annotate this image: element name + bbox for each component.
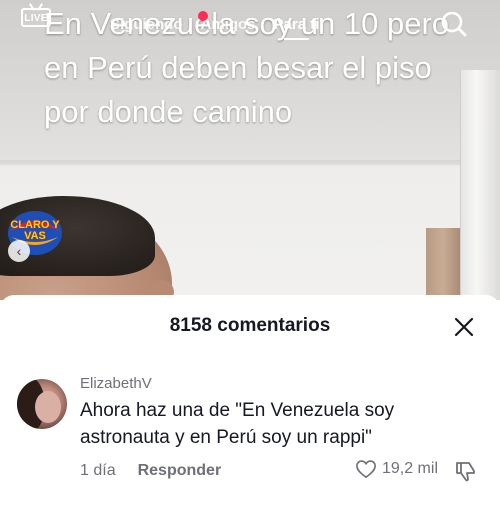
live-tv-icon[interactable]: LIVE (18, 8, 54, 38)
comment-meta: 1 día Responder (80, 462, 221, 480)
badge-text: CLARO Y VAS (10, 219, 60, 242)
thumbs-down-icon[interactable] (454, 459, 478, 483)
tab-para-ti[interactable]: Para ti (274, 16, 319, 40)
avatar-face (35, 391, 61, 423)
heart-icon (356, 460, 376, 479)
like-button[interactable]: 19,2 mil (355, 459, 438, 479)
comment-item: ElizabethV Ahora haz una de "En Venezuel… (0, 373, 500, 503)
like-count: 19,2 mil (381, 460, 438, 477)
close-icon[interactable] (452, 315, 476, 339)
reply-button[interactable]: Responder (138, 462, 222, 480)
shelf (426, 228, 460, 300)
comment-text: Ahora haz una de "En Venezuela soy astro… (80, 400, 395, 448)
feed-tabs: Siguiendo Amigos Para ti (110, 16, 319, 40)
search-icon[interactable] (440, 10, 468, 38)
live-label: LIVE (24, 13, 48, 24)
tab-amigos[interactable]: Amigos (201, 16, 256, 33)
window-frame (460, 70, 500, 300)
tab-siguiendo[interactable]: Siguiendo (110, 16, 183, 33)
tv-shape: LIVE (21, 8, 51, 27)
comment-username[interactable]: ElizabethV (80, 375, 152, 392)
notification-dot (198, 11, 208, 21)
wall-edge (0, 160, 500, 168)
video-player[interactable]: En Venezuela soy un 10 pero en Perú debe… (0, 0, 500, 300)
comment-time: 1 día (80, 462, 116, 479)
avatar[interactable] (17, 379, 67, 429)
comments-sheet: 8158 comentarios ElizabethV Ahora haz un… (0, 295, 500, 512)
comments-count-title: 8158 comentarios (169, 315, 331, 336)
back-arrow-icon[interactable]: ‹ (8, 240, 30, 262)
